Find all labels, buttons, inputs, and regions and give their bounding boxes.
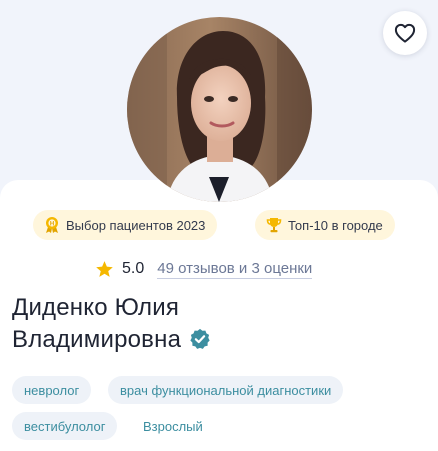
badge-top-10: Топ-10 в городе [255, 210, 395, 240]
trophy-icon [266, 218, 282, 233]
doctor-name: Диденко Юлия Владимировна [12, 292, 211, 359]
rating-row: 5.0 49 отзывов и 3 оценки [95, 258, 313, 280]
specialty-tag-functional-diagnostics[interactable]: врач функциональной диагностики [108, 376, 344, 404]
specialty-tag-neurologist[interactable]: невролог [12, 376, 92, 404]
badge-patients-choice: Н Выбор пациентов 2023 [33, 210, 218, 240]
doctor-name-line-1: Диденко Юлия [12, 294, 180, 321]
doctor-profile-card: Н Выбор пациентов 2023 Топ-10 в городе 5… [0, 0, 438, 451]
award-medal-icon: Н [46, 217, 58, 233]
doctor-photo [127, 17, 312, 202]
star-icon [96, 261, 113, 277]
reviews-link[interactable]: 49 отзывов и 3 оценки [157, 260, 313, 279]
doctor-name-line-2: Владимировна [12, 326, 182, 353]
favorite-button[interactable] [383, 11, 427, 55]
badge-label: Выбор пациентов 2023 [66, 217, 206, 233]
svg-text:Н: Н [50, 221, 54, 227]
rating-score: 5.0 [122, 260, 145, 277]
verified-check-icon [189, 327, 211, 359]
doctor-name-line-2-wrap: Владимировна [12, 324, 211, 359]
specialty-tag-vestibulologist[interactable]: вестибулолог [12, 412, 118, 440]
specialty-tag-adult[interactable]: Взрослый [143, 412, 203, 440]
heart-icon [394, 23, 416, 43]
badge-label: Топ-10 в городе [288, 217, 383, 233]
